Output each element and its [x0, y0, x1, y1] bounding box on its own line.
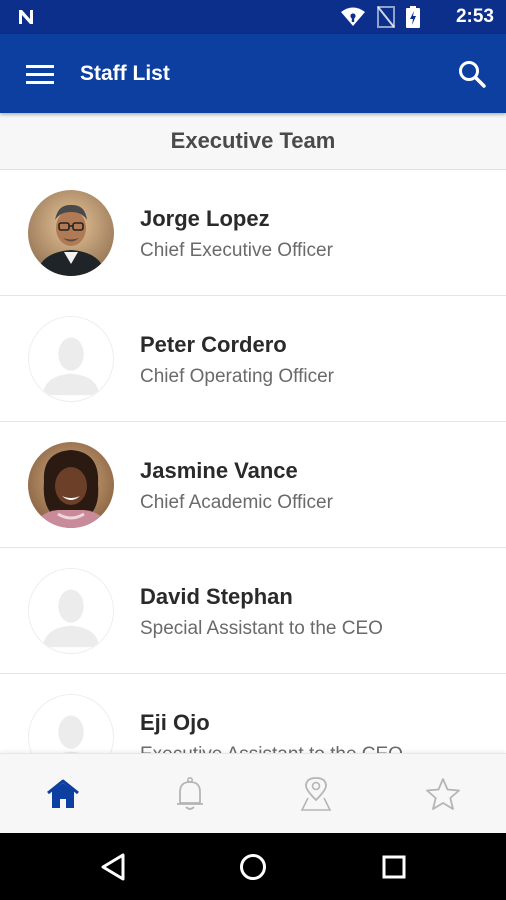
- section-title: Executive Team: [170, 128, 336, 153]
- app-bar: Staff List: [0, 34, 506, 113]
- no-sim-icon: [377, 6, 395, 28]
- staff-name: Peter Cordero: [140, 332, 287, 357]
- staff-role: Chief Academic Officer: [140, 492, 333, 513]
- staff-row-eji-ojo[interactable]: Eji Ojo Executive Assistant to the CEO: [0, 674, 506, 753]
- staff-role: Chief Executive Officer: [140, 240, 333, 261]
- staff-role: Special Assistant to the CEO: [140, 618, 383, 639]
- nav-notifications[interactable]: [127, 754, 254, 834]
- home-circle-icon[interactable]: [236, 850, 270, 884]
- staff-role: Chief Operating Officer: [140, 366, 334, 387]
- status-bar: 2:53: [0, 0, 506, 34]
- system-nav-bar: [0, 833, 506, 900]
- staff-name: Eji Ojo: [140, 710, 210, 735]
- nav-home[interactable]: [0, 754, 127, 834]
- staff-name: Jasmine Vance: [140, 458, 298, 483]
- recents-icon[interactable]: [377, 850, 411, 884]
- staff-row-jasmine-vance[interactable]: Jasmine Vance Chief Academic Officer: [0, 422, 506, 548]
- back-icon[interactable]: [97, 850, 131, 884]
- system-icons: [340, 6, 420, 28]
- staff-row-peter-cordero[interactable]: Peter Cordero Chief Operating Officer: [0, 296, 506, 422]
- staff-row-david-stephan[interactable]: David Stephan Special Assistant to the C…: [0, 548, 506, 674]
- section-header: Executive Team: [0, 113, 506, 170]
- status-time: 2:53: [455, 6, 494, 27]
- avatar-photo: [28, 442, 114, 528]
- staff-list: Jorge Lopez Chief Executive Officer Pete…: [0, 170, 506, 753]
- page-title: Staff List: [80, 62, 170, 85]
- search-icon[interactable]: [456, 58, 488, 90]
- staff-name: Jorge Lopez: [140, 206, 270, 231]
- staff-row-jorge-lopez[interactable]: Jorge Lopez Chief Executive Officer: [0, 170, 506, 296]
- staff-name: David Stephan: [140, 584, 293, 609]
- avatar-photo: [28, 190, 114, 276]
- menu-icon[interactable]: [20, 58, 60, 90]
- bottom-nav: [0, 753, 506, 834]
- n-logo-icon: [19, 10, 33, 24]
- bell-icon[interactable]: [174, 776, 206, 812]
- nav-favorites[interactable]: [380, 754, 506, 834]
- home-icon[interactable]: [46, 778, 80, 810]
- avatar-placeholder-icon: [28, 316, 114, 402]
- avatar-placeholder-icon: [28, 694, 114, 753]
- star-icon[interactable]: [425, 777, 461, 811]
- app-screen: 2:53 Staff List Executive Team Jorge Lop…: [0, 0, 506, 900]
- wifi-icon: [341, 7, 365, 26]
- avatar-placeholder-icon: [28, 568, 114, 654]
- staff-role: Executive Assistant to the CEO: [140, 743, 403, 753]
- nav-map[interactable]: [253, 754, 380, 834]
- map-pin-icon[interactable]: [299, 776, 333, 812]
- battery-icon: [406, 6, 420, 28]
